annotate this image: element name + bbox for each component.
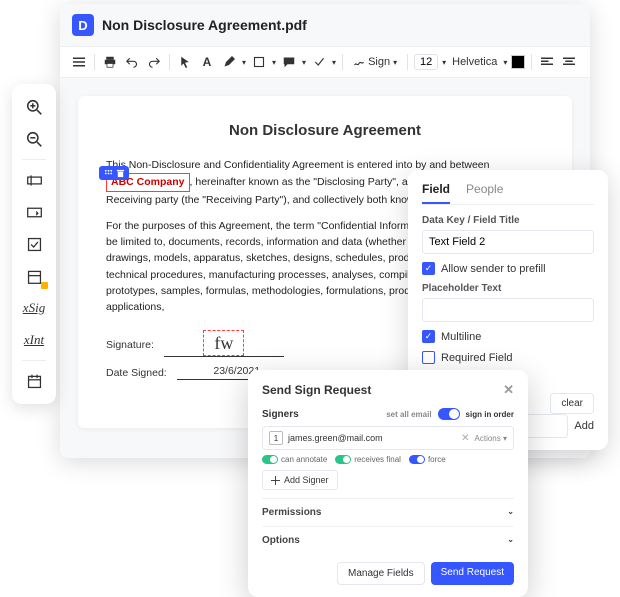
font-family-caret-icon[interactable]: ▾ xyxy=(503,58,507,67)
multiline-label: Multiline xyxy=(441,331,481,343)
add-signer-button[interactable]: Add Signer xyxy=(262,470,338,490)
undo-icon[interactable] xyxy=(123,53,141,71)
data-key-label: Data Key / Field Title xyxy=(422,215,594,226)
initials-field-tool[interactable]: xInt xyxy=(18,325,50,355)
signature-label: Signature: xyxy=(106,339,154,351)
toolbar-separator xyxy=(342,54,343,70)
zoom-in-icon[interactable] xyxy=(18,92,50,122)
app-logo-icon: D xyxy=(72,14,94,36)
document-title: Non Disclosure Agreement xyxy=(106,122,544,139)
tab-field[interactable]: Field xyxy=(422,182,450,204)
pointer-icon[interactable] xyxy=(176,53,194,71)
pen-tool-icon[interactable] xyxy=(220,53,238,71)
zoom-out-icon[interactable] xyxy=(18,124,50,154)
align-left-icon[interactable] xyxy=(538,53,556,71)
delete-icon[interactable] xyxy=(115,168,125,178)
options-accordion[interactable]: Options⌄ xyxy=(262,526,514,554)
shape-tool-icon[interactable] xyxy=(250,53,268,71)
signature-mark[interactable]: fw xyxy=(203,330,244,356)
toolbar-separator xyxy=(169,54,170,70)
chevron-down-icon: ▾ xyxy=(393,58,397,67)
toolbar-separator xyxy=(531,54,532,70)
manage-fields-button[interactable]: Manage Fields xyxy=(337,562,425,585)
remove-signer-icon[interactable]: ✕ xyxy=(461,433,469,444)
add-button[interactable]: Add xyxy=(574,420,594,432)
font-size-caret-icon[interactable]: ▾ xyxy=(442,58,446,67)
color-swatch[interactable] xyxy=(511,55,525,69)
redo-icon[interactable] xyxy=(145,53,163,71)
placeholder-text-input[interactable] xyxy=(422,298,594,322)
menu-icon[interactable] xyxy=(70,53,88,71)
align-center-icon[interactable] xyxy=(560,53,578,71)
receives-final-toggle[interactable]: receives final xyxy=(335,455,401,464)
signer-email[interactable]: james.green@mail.com xyxy=(288,433,456,443)
secure-field-tool-icon[interactable] xyxy=(18,261,50,291)
text-field-tool-icon[interactable] xyxy=(18,165,50,195)
text-tool-icon[interactable]: A xyxy=(198,53,216,71)
sign-dropdown[interactable]: Sign ▾ xyxy=(349,54,401,70)
toolbar-separator xyxy=(94,54,95,70)
clear-button[interactable]: clear xyxy=(550,393,594,414)
multiline-checkbox[interactable]: ✓ xyxy=(422,330,435,343)
signature-field-tool[interactable]: xSig xyxy=(18,293,50,323)
date-signed-label: Date Signed: xyxy=(106,367,167,379)
panel-tabs: Field People xyxy=(422,182,594,205)
force-toggle[interactable]: force xyxy=(409,455,446,464)
allow-prefill-label: Allow sender to prefill xyxy=(441,263,546,275)
toolbar: A ▾ ▾ ▾ ▾ Sign ▾ ▾ Helvetica ▾ xyxy=(60,46,590,78)
signature-line[interactable]: fw xyxy=(164,333,284,357)
font-family-select[interactable]: Helvetica xyxy=(450,55,499,69)
side-separator xyxy=(22,360,46,361)
permissions-accordion[interactable]: Permissions⌄ xyxy=(262,498,514,526)
sign-label: Sign xyxy=(368,56,390,68)
required-checkbox[interactable] xyxy=(422,351,435,364)
allow-prefill-checkbox[interactable]: ✓ xyxy=(422,262,435,275)
dialog-title: Send Sign Request xyxy=(262,383,371,397)
dropdown-tool-icon[interactable] xyxy=(18,197,50,227)
set-all-email-link[interactable]: set all email xyxy=(386,410,431,419)
font-size-input[interactable] xyxy=(414,54,438,70)
send-sign-request-dialog: Send Sign Request ✕ Signers set all emai… xyxy=(248,370,528,597)
company-field[interactable]: ABC Company xyxy=(106,173,190,191)
can-annotate-toggle[interactable]: can annotate xyxy=(262,455,327,464)
chevron-down-icon: ⌄ xyxy=(507,535,514,546)
data-key-input[interactable] xyxy=(422,230,594,254)
side-toolbar: xSig xInt xyxy=(12,84,56,404)
sign-in-order-toggle[interactable] xyxy=(438,408,460,420)
placeholder-text-label: Placeholder Text xyxy=(422,283,594,294)
signature-icon xyxy=(353,56,365,68)
print-icon[interactable] xyxy=(101,53,119,71)
toolbar-separator xyxy=(407,54,408,70)
field-handle[interactable] xyxy=(99,166,129,180)
dropdown-caret-icon[interactable]: ▾ xyxy=(332,58,336,67)
plus-icon xyxy=(271,476,280,485)
dropdown-caret-icon[interactable]: ▾ xyxy=(272,58,276,67)
close-icon[interactable]: ✕ xyxy=(503,382,514,398)
dropdown-caret-icon[interactable]: ▾ xyxy=(302,58,306,67)
signer-actions-dropdown[interactable]: Actions ▾ xyxy=(475,434,507,443)
signer-row: 1 james.green@mail.com ✕ Actions ▾ xyxy=(262,426,514,450)
comment-icon[interactable] xyxy=(280,53,298,71)
tab-people[interactable]: People xyxy=(466,182,503,204)
document-name: Non Disclosure Agreement.pdf xyxy=(102,17,307,33)
required-label: Required Field xyxy=(441,352,513,364)
stamp-icon[interactable] xyxy=(310,53,328,71)
chevron-down-icon: ⌄ xyxy=(507,507,514,518)
titlebar: D Non Disclosure Agreement.pdf xyxy=(60,4,590,46)
signers-heading: Signers xyxy=(262,409,299,420)
signer-number: 1 xyxy=(269,431,283,445)
date-field-tool-icon[interactable] xyxy=(18,366,50,396)
send-request-button[interactable]: Send Request xyxy=(431,562,514,585)
side-separator xyxy=(22,159,46,160)
drag-icon[interactable] xyxy=(103,168,113,178)
sign-in-order-label: sign in order xyxy=(466,410,514,419)
dropdown-caret-icon[interactable]: ▾ xyxy=(242,58,246,67)
checkbox-tool-icon[interactable] xyxy=(18,229,50,259)
